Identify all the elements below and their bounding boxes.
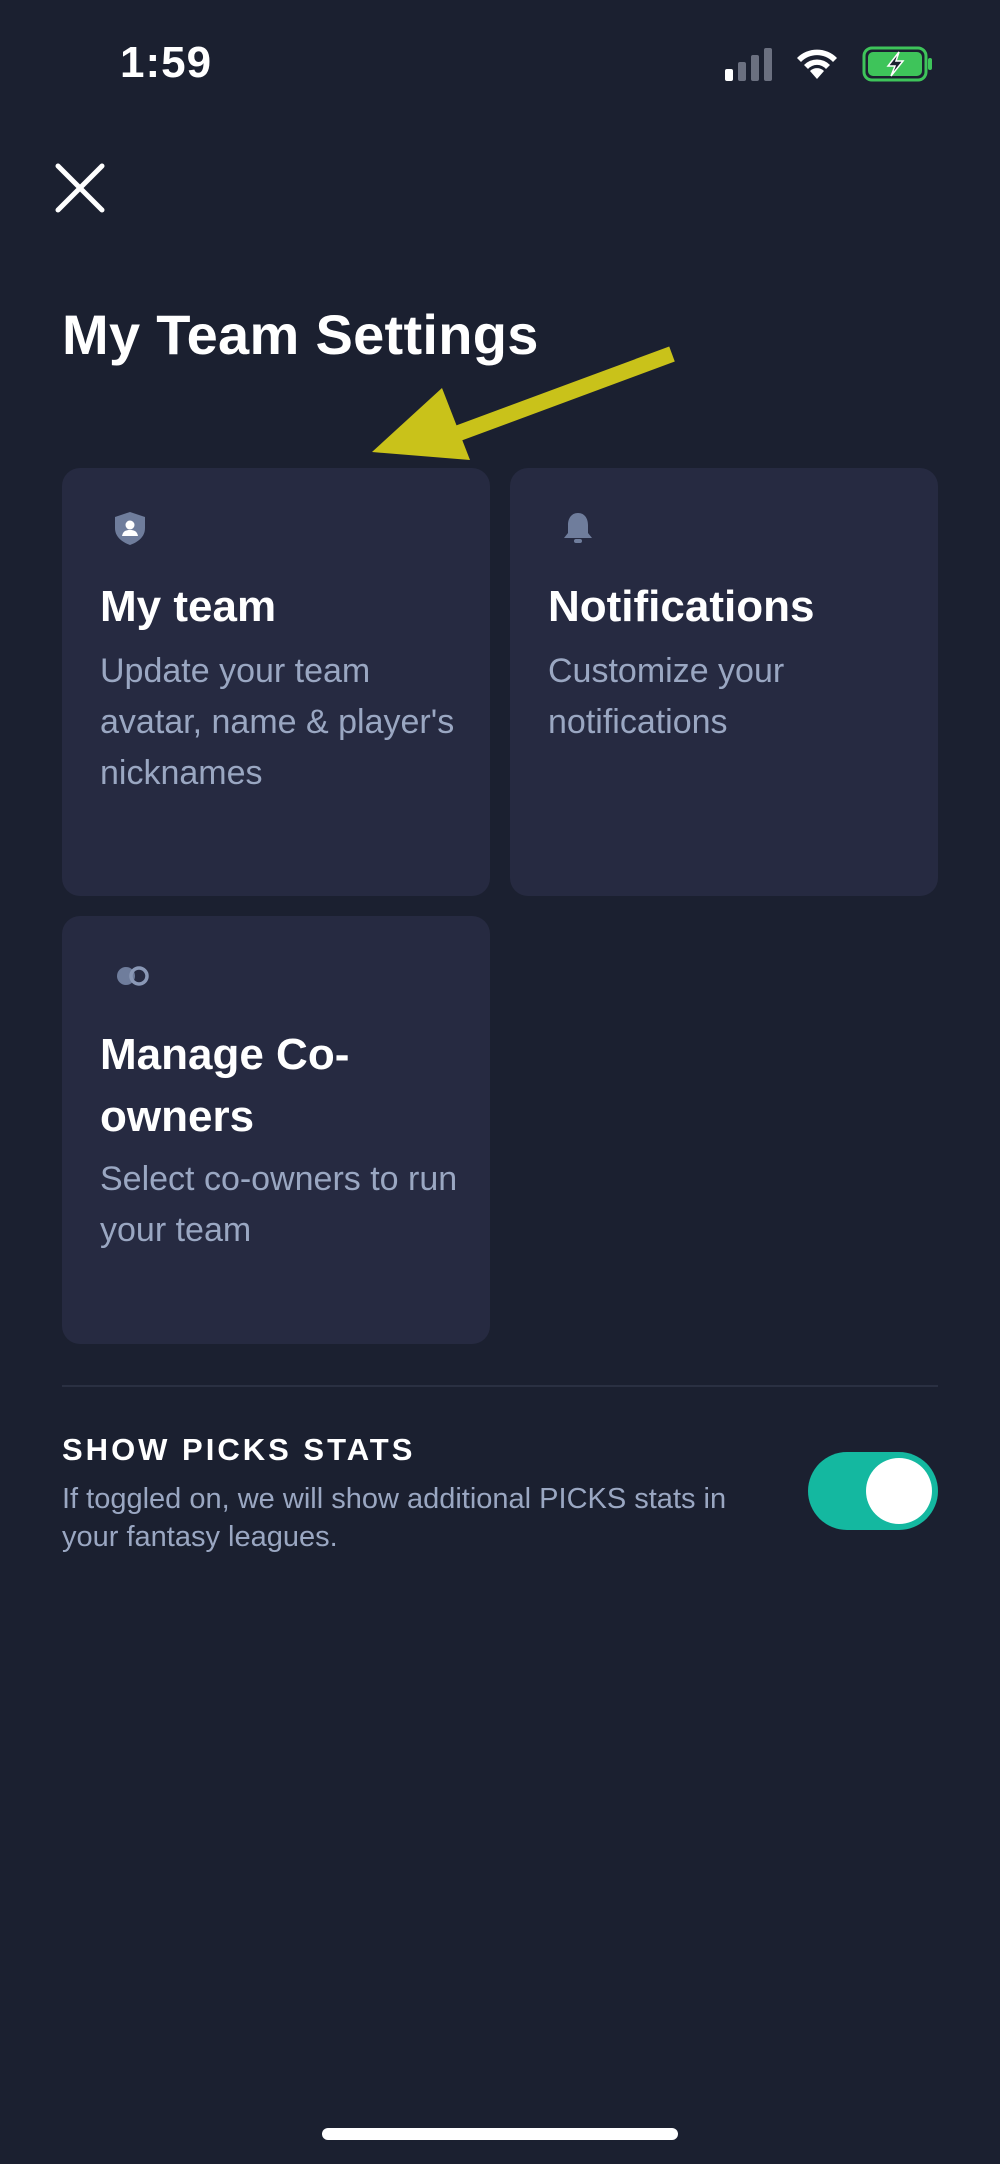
card-description: Update your team avatar, name & player's… [100, 652, 455, 792]
picks-stats-description: If toggled on, we will show additional P… [62, 1483, 727, 1553]
card-description: Customize your notifications [548, 652, 785, 741]
my-team-card[interactable]: My team Update your team avatar, name & … [62, 468, 490, 896]
annotation-arrow [372, 346, 675, 460]
co-owners-icon [117, 966, 149, 986]
manage-co-owners-card[interactable]: Manage Co-owners Select co-owners to run… [62, 916, 490, 1344]
card-title: Manage Co-owners [100, 1030, 350, 1141]
team-settings-screen: 1:59 My Team Settings My team Update you… [0, 0, 1000, 2164]
status-bar: 1:59 [0, 0, 1000, 130]
bell-icon [564, 513, 592, 543]
status-time: 1:59 [120, 38, 213, 87]
battery-charging-icon [862, 46, 932, 82]
home-indicator[interactable] [322, 2128, 678, 2140]
section-divider [62, 1385, 938, 1387]
shield-user-icon [115, 512, 145, 545]
close-icon [55, 163, 105, 213]
card-description: Select co-owners to run your team [100, 1160, 458, 1249]
toggle-knob [866, 1458, 932, 1524]
card-title: My team [100, 582, 277, 631]
picks-stats-toggle[interactable] [808, 1452, 938, 1530]
wifi-icon [797, 49, 837, 79]
close-button[interactable] [52, 160, 108, 216]
picks-stats-label: SHOW PICKS STATS [62, 1432, 416, 1467]
status-icons [725, 46, 934, 82]
signal-icon [725, 47, 772, 81]
notifications-card[interactable]: Notifications Customize your notificatio… [510, 468, 938, 896]
card-title: Notifications [548, 582, 815, 631]
